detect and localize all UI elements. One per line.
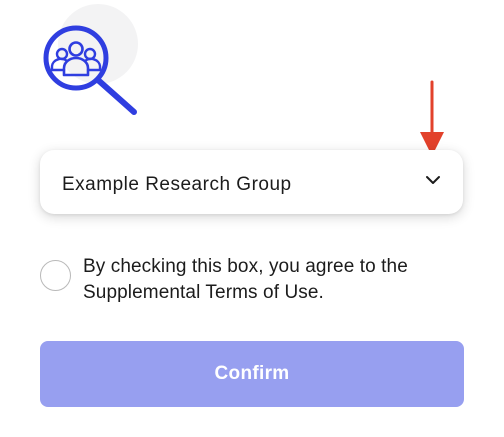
terms-row: By checking this box, you agree to the S… (40, 252, 480, 312)
terms-checkbox[interactable] (40, 260, 71, 291)
group-select-dropdown[interactable]: Example Research Group (40, 150, 463, 214)
group-selection-screen: Example Research Group By checking this … (0, 0, 504, 437)
arrow-down-icon (420, 80, 444, 156)
terms-text: By checking this box, you agree to the S… (83, 256, 408, 303)
chevron-down-icon (426, 176, 440, 184)
group-search-icon (43, 4, 138, 115)
group-select-value: Example Research Group (62, 174, 292, 195)
confirm-button[interactable]: Confirm (40, 341, 464, 407)
